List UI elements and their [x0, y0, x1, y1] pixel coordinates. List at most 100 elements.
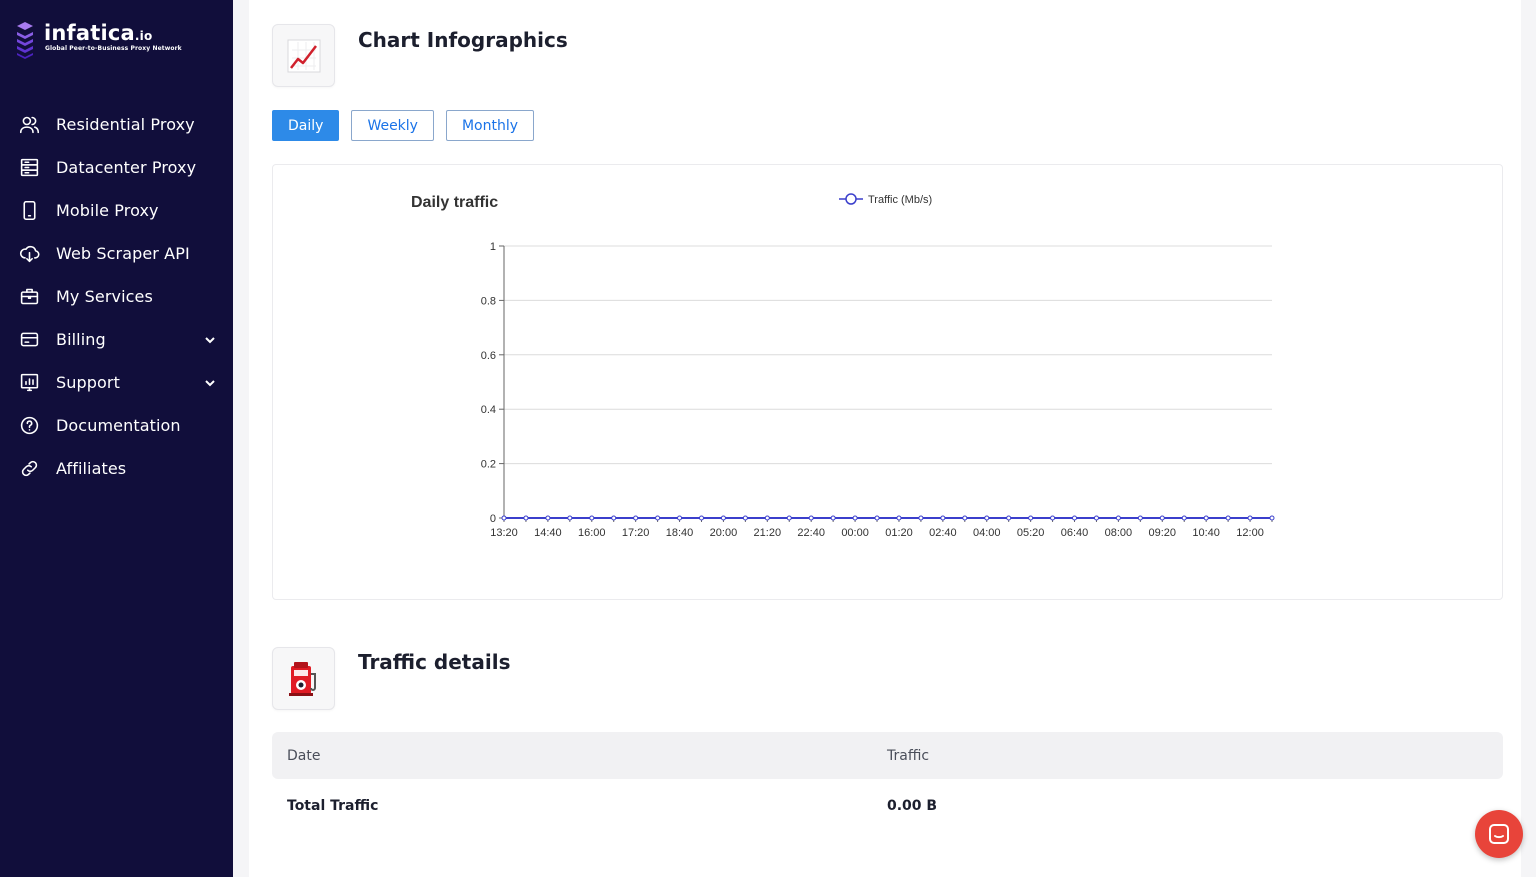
data-point	[1072, 515, 1078, 521]
x-tick-label: 18:40	[666, 527, 694, 539]
x-tick-label: 13:20	[490, 527, 518, 539]
sidebar-item-mobile-proxy[interactable]: Mobile Proxy	[0, 189, 233, 232]
credit-card-icon	[18, 329, 40, 351]
data-point	[742, 515, 748, 521]
sidebar-item-label: My Services	[56, 287, 153, 306]
data-point	[808, 515, 814, 521]
data-point	[896, 515, 902, 521]
tab-daily[interactable]: Daily	[272, 110, 340, 141]
sidebar-item-support[interactable]: Support	[0, 361, 233, 404]
chart-section-title: Chart Infographics	[358, 28, 568, 52]
y-tick-label: 0.8	[481, 295, 496, 307]
legend-marker	[845, 193, 857, 205]
sidebar-item-label: Datacenter Proxy	[56, 158, 197, 177]
x-tick-label: 02:40	[929, 527, 957, 539]
data-point	[545, 515, 551, 521]
y-tick-label: 0.6	[481, 350, 496, 362]
data-point	[1203, 515, 1209, 521]
sidebar-item-label: Web Scraper API	[56, 244, 190, 263]
chevron-down-icon[interactable]	[203, 332, 217, 346]
data-point	[940, 515, 946, 521]
line-chart-icon	[287, 39, 320, 72]
traffic-table: Date Traffic Total Traffic 0.00 B	[272, 732, 1503, 833]
x-tick-label: 21:20	[754, 527, 782, 539]
sidebar-item-billing[interactable]: Billing	[0, 318, 233, 361]
sidebar-nav: Residential Proxy Datacenter Proxy Mobil…	[0, 103, 233, 490]
sidebar-item-my-services[interactable]: My Services	[0, 275, 233, 318]
x-tick-label: 05:20	[1017, 527, 1045, 539]
traffic-chart: Daily traffic Traffic (Mb/s) 0 0.2 0.4 0.6 0.8…	[411, 193, 1275, 539]
legend-label: Traffic (Mb/s)	[868, 194, 932, 206]
tab-weekly[interactable]: Weekly	[351, 110, 434, 141]
sidebar-item-label: Affiliates	[56, 459, 127, 478]
sidebar-item-label: Residential Proxy	[56, 115, 195, 134]
brand-tagline: Global Peer-to-Business Proxy Network	[45, 45, 182, 52]
chevron-down-icon[interactable]	[203, 375, 217, 389]
chart-section-icon-card	[272, 24, 335, 87]
chat-icon	[1489, 824, 1509, 844]
column-header-traffic: Traffic	[887, 747, 930, 764]
data-point	[523, 515, 529, 521]
data-point	[786, 515, 792, 521]
x-tick-label: 06:40	[1061, 527, 1089, 539]
x-tick-label: 16:00	[578, 527, 606, 539]
chart-card: Daily traffic Traffic (Mb/s) 0 0.2 0.4 0.6 0.8…	[272, 164, 1503, 600]
data-point	[1137, 515, 1143, 521]
sidebar-item-documentation[interactable]: Documentation	[0, 404, 233, 447]
data-point	[1181, 515, 1187, 521]
x-tick-label: 00:00	[841, 527, 869, 539]
sidebar-item-label: Billing	[56, 330, 106, 349]
data-point	[984, 515, 990, 521]
sidebar-item-label: Mobile Proxy	[56, 201, 159, 220]
sidebar-item-label: Documentation	[56, 416, 181, 435]
data-point	[589, 515, 595, 521]
x-tick-label: 20:00	[710, 527, 738, 539]
data-point	[501, 515, 507, 521]
mobile-icon	[18, 200, 40, 222]
traffic-section-icon-card	[272, 647, 335, 710]
data-point	[918, 515, 924, 521]
sidebar-item-datacenter-proxy[interactable]: Datacenter Proxy	[0, 146, 233, 189]
data-point	[1050, 515, 1056, 521]
tab-monthly[interactable]: Monthly	[445, 110, 535, 141]
chat-button[interactable]	[1475, 810, 1523, 858]
y-tick-label: 0.4	[481, 404, 496, 416]
data-point	[764, 515, 770, 521]
x-tick-label: 04:00	[973, 527, 1001, 539]
traffic-section-title: Traffic details	[358, 650, 511, 674]
question-circle-icon	[18, 415, 40, 437]
support-chart-icon	[18, 372, 40, 394]
main-content: Chart Infographics Daily Weekly Monthly …	[249, 0, 1521, 877]
sidebar-item-affiliates[interactable]: Affiliates	[0, 447, 233, 490]
x-tick-label: 12:00	[1236, 527, 1264, 539]
x-tick-label: 01:20	[885, 527, 913, 539]
column-header-date: Date	[287, 747, 321, 764]
sidebar-item-residential-proxy[interactable]: Residential Proxy	[0, 103, 233, 146]
data-point	[720, 515, 726, 521]
data-point	[1006, 515, 1012, 521]
x-tick-label: 10:40	[1192, 527, 1220, 539]
fuel-pump-icon	[288, 661, 316, 696]
data-point	[1225, 515, 1231, 521]
data-point	[1093, 515, 1099, 521]
briefcase-icon	[18, 286, 40, 308]
data-point	[633, 515, 639, 521]
data-point	[830, 515, 836, 521]
data-point	[1159, 515, 1165, 521]
x-tick-label: 09:20	[1149, 527, 1177, 539]
logo-mark-icon	[17, 22, 33, 59]
table-header: Date Traffic	[272, 732, 1503, 779]
y-tick-label: 0	[490, 513, 496, 525]
x-tick-label: 08:00	[1105, 527, 1133, 539]
link-icon	[18, 458, 40, 480]
cell-total-label: Total Traffic	[287, 798, 379, 814]
data-point	[655, 515, 661, 521]
brand-logo[interactable]: infatica.io Global Peer-to-Business Prox…	[14, 18, 214, 62]
data-point	[962, 515, 968, 521]
sidebar-item-web-scraper-api[interactable]: Web Scraper API	[0, 232, 233, 275]
data-point	[852, 515, 858, 521]
server-icon	[18, 157, 40, 179]
sidebar: infatica.io Global Peer-to-Business Prox…	[0, 0, 233, 877]
data-point	[567, 515, 573, 521]
x-tick-label: 22:40	[797, 527, 825, 539]
